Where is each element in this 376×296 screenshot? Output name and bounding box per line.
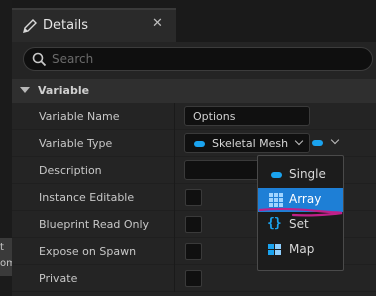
expose-on-spawn-label: Expose on Spawn: [39, 245, 137, 258]
search-input[interactable]: [52, 50, 352, 68]
variable-type-label: Variable Type: [39, 137, 113, 150]
blueprint-read-only-label: Blueprint Read Only: [39, 218, 150, 231]
annotation-underline: [258, 207, 343, 217]
column-divider: [174, 184, 175, 211]
container-type-dropdown[interactable]: [312, 135, 346, 151]
collapse-arrow-icon: [20, 87, 30, 93]
section-title: Variable: [38, 84, 90, 97]
column-divider: [174, 265, 175, 292]
instance-editable-label: Instance Editable: [39, 191, 135, 204]
left-panel-edge: t om: [0, 0, 16, 296]
variable-name-field[interactable]: Options: [184, 106, 310, 126]
instance-editable-checkbox[interactable]: [185, 189, 202, 206]
menu-item-single[interactable]: Single: [258, 163, 343, 187]
menu-item-label: Array: [289, 192, 322, 206]
chevron-down-icon: [294, 136, 304, 146]
description-field[interactable]: [184, 160, 264, 180]
menu-item-label: Set: [289, 217, 309, 231]
section-header-variable[interactable]: Variable: [12, 79, 376, 103]
type-pill-icon: [194, 141, 205, 147]
column-divider: [174, 238, 175, 265]
description-label: Description: [39, 164, 102, 177]
tab-title: Details: [43, 18, 89, 33]
close-icon[interactable]: ✕: [152, 16, 163, 31]
single-pill-icon: [271, 172, 282, 178]
private-checkbox[interactable]: [185, 270, 202, 287]
menu-item-label: Single: [289, 167, 326, 181]
blueprint-read-only-checkbox[interactable]: [185, 216, 202, 233]
column-divider: [174, 211, 175, 238]
search-box: [23, 47, 373, 71]
column-divider: [174, 157, 175, 184]
tab-details[interactable]: Details ✕: [12, 8, 176, 42]
chevron-down-icon: [330, 135, 340, 145]
menu-item-label: Map: [289, 242, 315, 256]
search-icon: [32, 52, 47, 67]
left-panel-button[interactable]: t om: [0, 238, 16, 276]
row-variable-type: Variable Type Skeletal Mesh: [12, 130, 376, 157]
pencil-icon: [23, 19, 37, 33]
row-variable-name: Variable Name Options: [12, 103, 376, 130]
set-braces-icon: {}: [267, 216, 282, 231]
map-icon: [268, 244, 282, 256]
column-divider: [174, 130, 175, 157]
private-label: Private: [39, 272, 78, 285]
container-pill-icon: [312, 140, 323, 146]
variable-type-value: Skeletal Mesh: [212, 137, 289, 150]
menu-item-map[interactable]: Map: [258, 238, 343, 262]
variable-type-dropdown[interactable]: Skeletal Mesh: [184, 133, 310, 153]
variable-name-label: Variable Name: [39, 110, 120, 123]
tab-bar: Details ✕: [12, 0, 376, 42]
column-divider: [174, 103, 175, 130]
array-grid-icon: [269, 193, 283, 207]
expose-on-spawn-checkbox[interactable]: [185, 243, 202, 260]
